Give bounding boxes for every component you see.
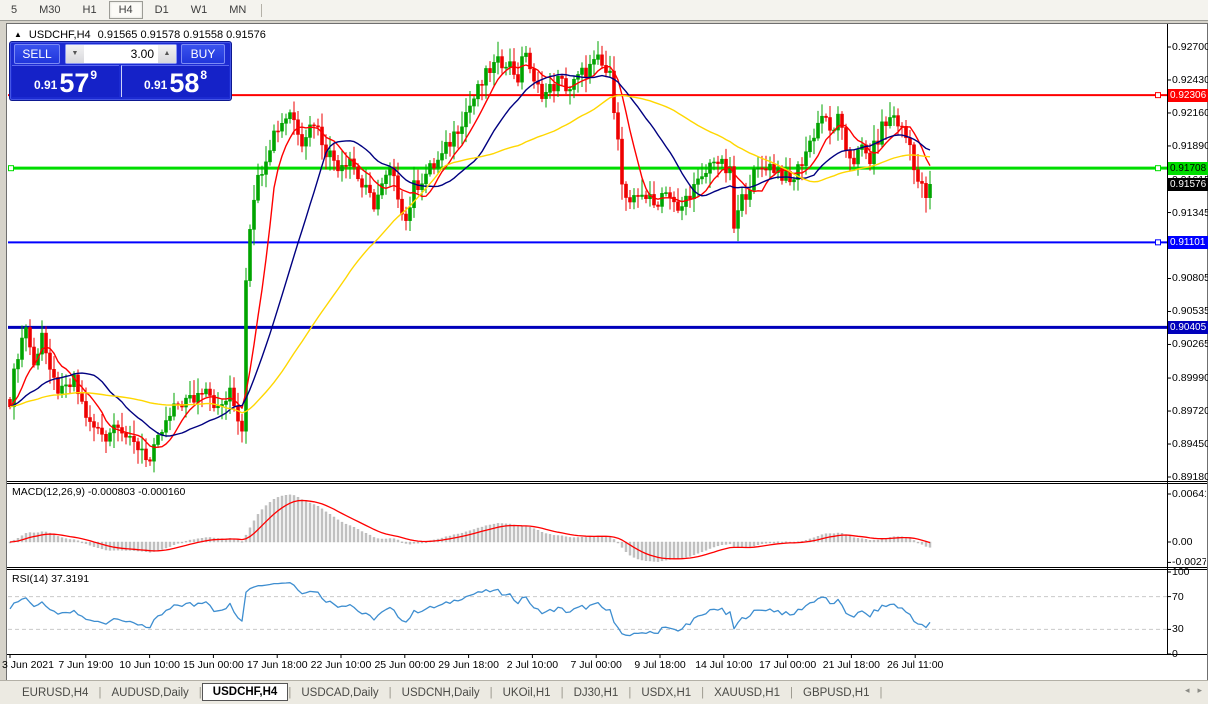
time-tick-label: 21 Jul 18:00 [823, 659, 880, 671]
time-tick-label: 2 Jul 10:00 [507, 659, 558, 671]
ohlc-values: 0.91565 0.91578 0.91558 0.91576 [98, 29, 266, 41]
tab-scroll-left-icon[interactable]: ◂ [1185, 685, 1190, 696]
chart-tab-bar: EURUSD,H4|AUDUSD,Daily|USDCHF,H4|USDCAD,… [0, 680, 1208, 704]
tab-audusd[interactable]: AUDUSD,Daily [101, 684, 198, 702]
rsi-tick: 70 [1172, 591, 1184, 603]
time-tick-label: 7 Jun 19:00 [58, 659, 113, 671]
timeframe-button-h1[interactable]: H1 [73, 1, 107, 19]
price-tick: 0.90265 [1172, 338, 1208, 350]
price-tick: 0.91345 [1172, 207, 1208, 219]
buy-button[interactable]: BUY [181, 44, 225, 64]
chart-window[interactable] [6, 23, 1208, 681]
buy-price-prefix: 0.91 [144, 78, 167, 92]
price-badge: 0.92306 [1168, 89, 1208, 102]
price-tick: 0.89990 [1172, 372, 1208, 384]
timeframe-button-5[interactable]: 5 [1, 1, 27, 19]
toolbar-separator [261, 4, 262, 17]
time-tick-label: 17 Jun 18:00 [247, 659, 308, 671]
panel-collapse-icon[interactable]: ▲ [14, 31, 22, 39]
symbol-title: USDCHF,H4 [29, 29, 91, 41]
tab-dj30[interactable]: DJ30,H1 [564, 684, 629, 702]
price-tick: 0.89180 [1172, 471, 1208, 483]
price-badge: 0.90405 [1168, 321, 1208, 334]
sell-price[interactable]: 0.91 57 9 [12, 65, 119, 97]
timeframe-button-m30[interactable]: M30 [29, 1, 70, 19]
timeframe-button-w1[interactable]: W1 [181, 1, 218, 19]
tab-usdcnh[interactable]: USDCNH,Daily [392, 684, 490, 702]
time-tick-label: 17 Jul 00:00 [759, 659, 816, 671]
buy-price-big: 58 [169, 72, 199, 95]
buy-price-sup: 8 [200, 68, 207, 82]
tab-usdchf[interactable]: USDCHF,H4 [202, 683, 289, 701]
tab-separator: | [879, 687, 882, 699]
price-tick: 0.90535 [1172, 305, 1208, 317]
time-tick-label: 26 Jul 11:00 [887, 659, 943, 671]
timeframe-button-d1[interactable]: D1 [145, 1, 179, 19]
volume-input[interactable] [84, 45, 158, 63]
time-tick-label: 10 Jun 10:00 [119, 659, 180, 671]
time-tick-label: 25 Jun 00:00 [374, 659, 435, 671]
volume-increase-button[interactable]: ▲ [158, 45, 176, 63]
time-tick-label: 7 Jul 00:00 [571, 659, 622, 671]
one-click-trade-panel: SELL ▼ ▲ BUY 0.91 57 9 0.91 58 8 [10, 42, 231, 100]
time-tick-label: 15 Jun 00:00 [183, 659, 244, 671]
price-badge: 0.91101 [1168, 236, 1208, 249]
volume-decrease-button[interactable]: ▼ [66, 45, 84, 63]
timeframe-toolbar: 5M30H1H4D1W1MN [0, 0, 1208, 21]
price-tick: 0.92700 [1172, 41, 1208, 53]
sell-price-sup: 9 [90, 68, 97, 82]
macd-label: MACD(12,26,9) -0.000803 -0.000160 [12, 486, 185, 498]
macd-tick: 0.006413 [1172, 488, 1206, 500]
price-tick: 0.92160 [1172, 107, 1208, 119]
time-tick-label: 22 Jun 10:00 [311, 659, 372, 671]
buy-price[interactable]: 0.91 58 8 [121, 65, 229, 97]
sell-price-prefix: 0.91 [34, 78, 57, 92]
tab-scroll-right-icon[interactable]: ▸ [1197, 685, 1202, 696]
timeframe-button-mn[interactable]: MN [219, 1, 256, 19]
tab-xauusd[interactable]: XAUUSD,H1 [704, 684, 790, 702]
timeframe-button-h4[interactable]: H4 [109, 1, 143, 19]
rsi-tick: 100 [1172, 566, 1190, 578]
tab-gbpusd[interactable]: GBPUSD,H1 [793, 684, 879, 702]
price-tick: 0.89450 [1172, 438, 1208, 450]
price-tick: 0.92430 [1172, 74, 1208, 86]
chart-info-line: ▲ USDCHF,H4 0.91565 0.91578 0.91558 0.91… [14, 29, 266, 41]
time-tick-label: 9 Jul 18:00 [634, 659, 685, 671]
tab-usdcad[interactable]: USDCAD,Daily [291, 684, 388, 702]
time-tick-label: 3 Jun 2021 [2, 659, 54, 671]
volume-stepper: ▼ ▲ [65, 44, 177, 64]
tab-scroll-nav: ◂ ▸ [1185, 685, 1202, 696]
sell-price-big: 57 [59, 72, 89, 95]
tab-eurusd[interactable]: EURUSD,H4 [12, 684, 98, 702]
price-badge: 0.91708 [1168, 162, 1208, 175]
tab-ukoil[interactable]: UKOil,H1 [493, 684, 561, 702]
time-tick-label: 14 Jul 10:00 [695, 659, 752, 671]
time-tick-label: 29 Jun 18:00 [438, 659, 499, 671]
sell-button[interactable]: SELL [14, 44, 60, 64]
tab-usdx[interactable]: USDX,H1 [631, 684, 701, 702]
rsi-label: RSI(14) 37.3191 [12, 573, 89, 585]
rsi-tick: 30 [1172, 623, 1184, 635]
macd-tick: 0.00 [1172, 536, 1206, 548]
price-tick: 0.89720 [1172, 405, 1208, 417]
price-badge: 0.91576 [1168, 178, 1208, 191]
price-tick: 0.90805 [1172, 272, 1208, 284]
price-tick: 0.91890 [1172, 140, 1208, 152]
rsi-tick: 0 [1172, 648, 1178, 660]
